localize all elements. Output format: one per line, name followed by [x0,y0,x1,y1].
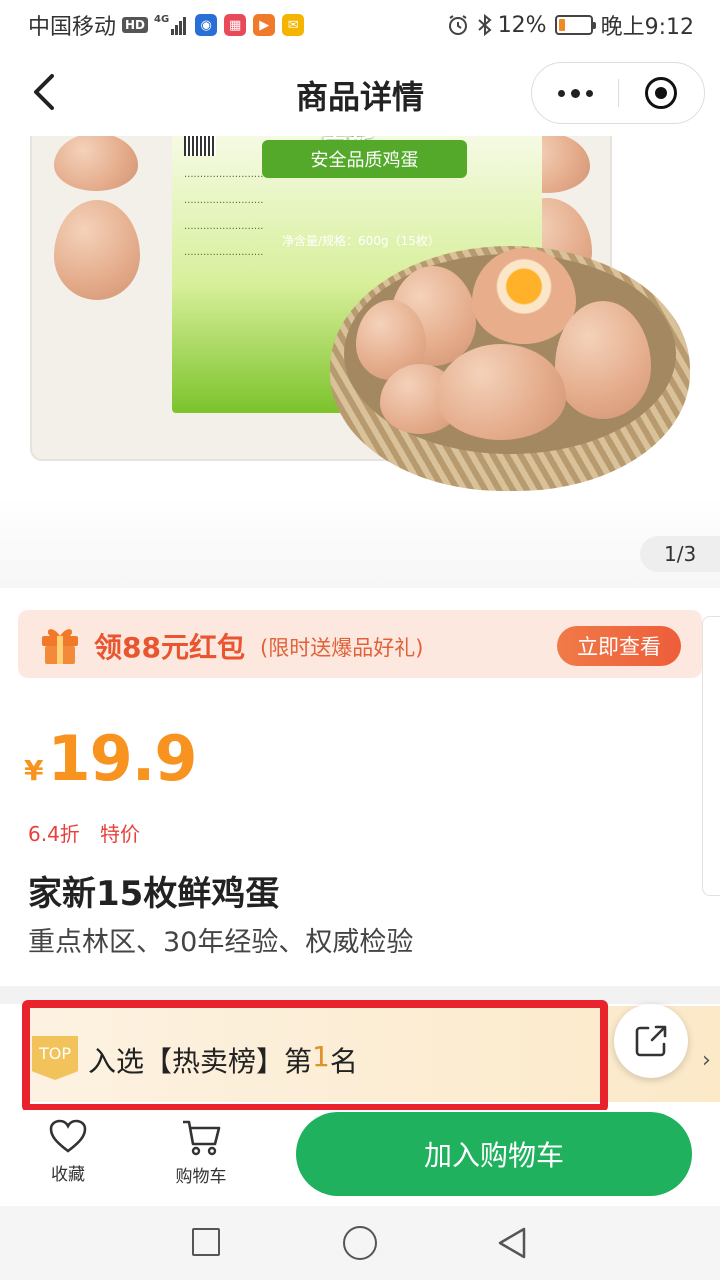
package-badge: 安全品质鸡蛋 [262,140,467,178]
more-dots-icon [557,89,565,97]
signal-icon: 4G [154,15,187,35]
mini-program-capsule [531,62,705,124]
battery-fill [558,19,565,31]
side-floating-tab[interactable] [702,616,720,896]
share-button[interactable] [614,1004,688,1078]
notification-icons: ◉ ▦ ▶ ✉ [195,14,311,36]
status-left: 中国移动 HD 4G ◉ ▦ ▶ ✉ [28,10,311,40]
price: ¥ 19.9 [24,722,197,795]
mail-app-icon: ✉ [282,14,305,36]
image-counter: 1/3 [640,536,720,572]
coupon-banner[interactable]: 领88元红包 (限时送爆品好礼) 立即查看 [18,610,702,678]
more-button[interactable] [532,63,618,123]
cart-icon [183,1120,221,1156]
special-offer-label: 特价 [100,822,140,846]
discount-label: 6.4折 [28,822,80,846]
capsule-divider [618,79,619,107]
recent-apps-button[interactable] [192,1228,220,1256]
favorite-button[interactable]: 收藏 [36,1118,100,1185]
nav-bar: 商品详情 [0,50,720,136]
highlight-annotation-box [22,1000,608,1112]
gift-icon [42,629,78,664]
system-nav-bar [0,1206,720,1280]
status-bar: 中国移动 HD 4G ◉ ▦ ▶ ✉ 12% 晚上9:12 [0,0,720,50]
product-description: 重点林区、30年经验、权威检验 [28,927,414,958]
chevron-right-icon: › [702,1048,711,1073]
bluetooth-icon [478,13,492,37]
favorite-label: 收藏 [51,1165,85,1185]
bulb-app-icon: ◉ [195,14,218,36]
cart-button[interactable]: 购物车 [164,1118,238,1187]
cart-label: 购物车 [175,1167,227,1187]
price-value: 19.9 [47,722,197,795]
video-app-icon: ▶ [253,14,276,36]
coupon-subtitle: (限时送爆品好礼) [260,636,424,660]
bottom-action-bar: 收藏 购物车 加入购物车 [0,1110,720,1206]
network-type: 4G [154,14,170,25]
alarm-icon [448,15,467,35]
clock: 晚上9:12 [600,15,694,40]
heart-icon [49,1119,87,1153]
view-coupon-button[interactable]: 立即查看 [557,626,681,666]
currency-symbol: ¥ [24,754,44,787]
share-icon [635,1025,667,1057]
carrier-name: 中国移动 [28,15,117,40]
battery-icon [554,15,596,35]
system-back-button[interactable] [496,1226,528,1260]
coupon-title: 领88元红包 [94,631,245,664]
add-to-cart-button[interactable]: 加入购物车 [296,1112,692,1196]
product-name: 家新15枚鲜鸡蛋 [28,874,280,914]
status-right: 12% 晚上9:12 [446,10,694,40]
battery-percent: 12% [497,12,547,38]
hd-badge: HD [122,17,149,33]
close-mini-program-button[interactable] [645,77,677,109]
home-button[interactable] [343,1226,377,1260]
product-image-carousel[interactable]: 家新 ························· ···········… [0,136,720,588]
package-spec: 净含量/规格：600g（15枚） [282,234,440,248]
calendar-app-icon: ▦ [224,14,247,36]
